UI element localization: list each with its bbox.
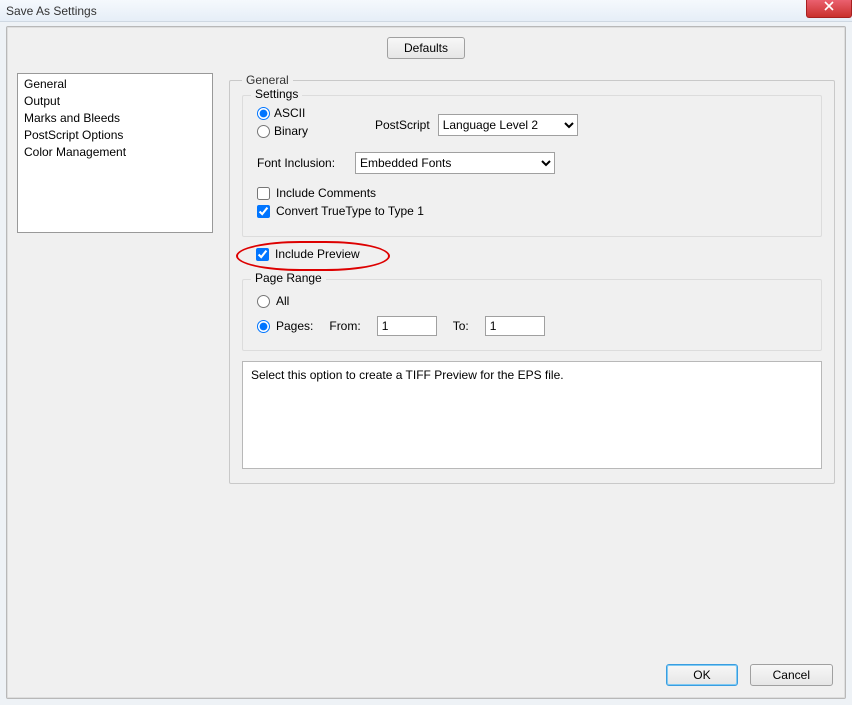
page-range-to-label: To: [453,319,469,333]
page-range-pages-label: Pages: [276,319,313,333]
page-range-pages-option[interactable]: Pages: [257,319,313,333]
sidebar-item-output[interactable]: Output [22,93,208,110]
convert-truetype-checkbox[interactable] [257,205,270,218]
defaults-button[interactable]: Defaults [387,37,465,59]
page-range-all-label: All [276,294,289,308]
ok-button[interactable]: OK [666,664,737,686]
convert-truetype-label: Convert TrueType to Type 1 [276,204,424,218]
format-binary-label: Binary [274,124,308,138]
include-comments-label: Include Comments [276,186,376,200]
include-preview-label: Include Preview [275,247,360,261]
format-ascii-label: ASCII [274,106,305,120]
format-ascii-radio[interactable] [257,107,270,120]
sidebar-item-general[interactable]: General [22,76,208,93]
close-button[interactable] [806,0,852,18]
title-bar: Save As Settings [0,0,852,22]
panel-heading: General [242,73,293,87]
dialog-footer: OK Cancel [666,664,833,686]
page-range-all-radio[interactable] [257,295,270,308]
window-title: Save As Settings [6,4,97,18]
font-inclusion-select[interactable]: Embedded Fonts [355,152,555,174]
font-inclusion-label: Font Inclusion: [257,156,347,170]
close-icon [824,1,834,14]
page-range-from-label: From: [329,319,360,333]
settings-legend: Settings [251,87,302,101]
format-ascii-option[interactable]: ASCII [257,106,347,120]
panel-general: General Settings ASCII [229,73,835,484]
format-binary-radio[interactable] [257,125,270,138]
page-range-group: Page Range All Pages: From: [242,279,822,351]
format-binary-option[interactable]: Binary [257,124,347,138]
page-range-legend: Page Range [251,271,326,285]
page-range-from-input[interactable] [377,316,437,336]
settings-group: Settings ASCII Binary [242,95,822,237]
postscript-select[interactable]: Language Level 2 [438,114,578,136]
include-preview-checkbox[interactable] [256,248,269,261]
page-range-to-input[interactable] [485,316,545,336]
cancel-button[interactable]: Cancel [750,664,833,686]
include-comments-checkbox[interactable] [257,187,270,200]
page-range-all-option[interactable]: All [257,294,807,308]
sidebar-item-color-management[interactable]: Color Management [22,144,208,161]
page-range-pages-radio[interactable] [257,320,270,333]
dialog-frame: Defaults General Output Marks and Bleeds… [6,26,846,699]
help-text: Select this option to create a TIFF Prev… [251,368,564,382]
help-text-box: Select this option to create a TIFF Prev… [242,361,822,469]
category-list[interactable]: General Output Marks and Bleeds PostScri… [17,73,213,233]
sidebar-item-marks-bleeds[interactable]: Marks and Bleeds [22,110,208,127]
sidebar-item-postscript-options[interactable]: PostScript Options [22,127,208,144]
postscript-label: PostScript [375,118,430,132]
